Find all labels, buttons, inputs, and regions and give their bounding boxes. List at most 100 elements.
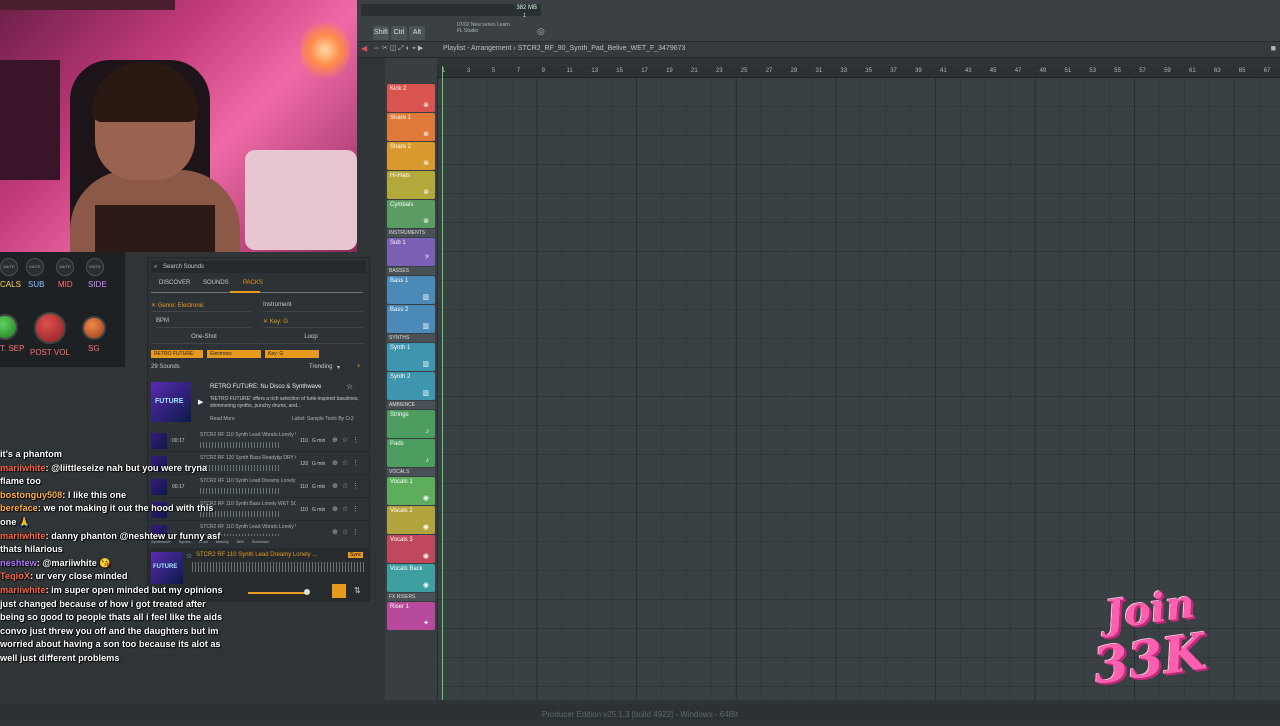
sound-actions-icon[interactable]: ⊕☆⋮ [332, 528, 363, 536]
track-header[interactable]: Sub 1 𝄢 [387, 238, 435, 266]
timeline-tick: 65 [1238, 68, 1246, 74]
pattern-selector[interactable] [361, 4, 461, 16]
track-header[interactable]: Snare 2 ⊗ [387, 142, 435, 170]
close-icon[interactable]: ■ [1271, 43, 1276, 53]
track-header[interactable]: Strings ♪ [387, 410, 435, 438]
sound-actions-icon[interactable]: ⊕☆⋮ [332, 436, 363, 444]
sep-knob[interactable] [0, 314, 18, 340]
chip-pack[interactable]: RETRO FUTURE: N... [151, 350, 203, 365]
chat-username[interactable]: TeqioX [0, 571, 30, 581]
volume-slider[interactable] [248, 592, 306, 594]
track-header[interactable]: Synth 1 ▥ [387, 343, 435, 371]
timeline-tick: 29 [790, 68, 798, 74]
track-group-header[interactable]: VOCALS [387, 468, 435, 476]
filter-key[interactable]: ✕ Key: G [263, 318, 363, 328]
track-label: Hi-Hats [390, 173, 411, 179]
filter-genre[interactable]: ✕ Genre: Electronic [151, 302, 251, 312]
timeline-tick: 39 [915, 68, 922, 74]
chat-message: TeqioX: ur very close minded [0, 570, 225, 584]
chat-username[interactable]: bostonguy508 [0, 490, 62, 500]
favorite-icon[interactable]: ☆ [346, 382, 353, 391]
sound-bpm: 110 [300, 507, 308, 513]
chat-message: neshtew: @mariiwhite 😘 [0, 557, 225, 571]
oneshot-toggle[interactable]: One-Shot [151, 334, 257, 344]
playlist-menu-icon[interactable]: ◀ [361, 44, 367, 53]
ctrl-button[interactable]: Ctrl [391, 26, 407, 40]
sound-key: G min [312, 484, 326, 490]
track-header[interactable]: Kick 2 ⊗ [387, 84, 435, 112]
chat-username[interactable]: bereface [0, 503, 38, 513]
track-group-header[interactable]: SYNTHS [387, 334, 435, 342]
search-bar[interactable]: ⌕ Search Sounds [151, 261, 366, 273]
timeline-tick: 43 [964, 68, 972, 74]
chat-username[interactable]: mariiwhite [0, 585, 45, 595]
mute-button-4[interactable]: MUTE [86, 258, 104, 276]
filter-instrument[interactable]: Instrument [263, 302, 363, 312]
mute-button-3[interactable]: MUTE [56, 258, 74, 276]
sg-knob[interactable] [82, 316, 106, 340]
chat-text: : @mariiwhite 😘 [36, 557, 111, 568]
track-header[interactable]: Bass 1 ▥ [387, 276, 435, 304]
track-label: Pads [390, 441, 404, 447]
mute-button-1[interactable]: MUTE [0, 258, 18, 276]
keys-icon: ▥ [422, 390, 429, 397]
filter-bpm[interactable]: BPM [156, 318, 251, 328]
track-header[interactable]: Riser 1 ✦ [387, 602, 435, 630]
track-group-header[interactable]: INSTRUMENTS [387, 229, 435, 237]
drag-to-daw-button[interactable] [332, 584, 346, 598]
chat-message: mariiwhite: im super open minded but my … [0, 584, 225, 666]
shift-button[interactable]: Shift [373, 26, 389, 40]
sound-actions-icon[interactable]: ⊕☆⋮ [332, 459, 363, 467]
search-icon: ⌕ [154, 264, 158, 270]
chip-genre[interactable]: Electronic [207, 350, 261, 358]
track-header[interactable]: Vocals 1 ◉ [387, 477, 435, 505]
mute-button-2[interactable]: MUTE [26, 258, 44, 276]
track-group-header[interactable]: FX RISERS [387, 593, 435, 601]
track-header[interactable]: Cymbals ⊗ [387, 200, 435, 228]
chip-key[interactable]: Key: G [265, 350, 319, 358]
webcam-feed [0, 0, 357, 252]
search-input[interactable]: Search Sounds [163, 264, 204, 270]
track-header[interactable]: Synth 2 ▥ [387, 372, 435, 400]
playlist-tools-icon[interactable]: ⇔ ✂ ◫ ⤢ ◐ ⌖ ▶ [373, 44, 423, 53]
pack-play-icon[interactable]: ▶ [198, 398, 203, 406]
tab-sounds[interactable]: SOUNDS [203, 280, 229, 286]
track-group-header[interactable]: AMBIENCE [387, 401, 435, 409]
sound-actions-icon[interactable]: ⊕☆⋮ [332, 505, 363, 513]
playhead[interactable] [442, 66, 443, 700]
add-icon[interactable]: + [357, 364, 361, 370]
track-header[interactable]: Bass 2 ▥ [387, 305, 435, 333]
tab-packs[interactable]: PACKS [243, 280, 263, 286]
pack-title[interactable]: RETRO FUTURE: Nu Disco & Synthwave [210, 384, 321, 390]
post-vol-knob[interactable] [34, 312, 66, 344]
track-header[interactable]: Hi-Hats ⊗ [387, 171, 435, 199]
pack-card[interactable]: FUTURE ▶ RETRO FUTURE: Nu Disco & Synthw… [148, 378, 369, 426]
volume-thumb[interactable] [304, 589, 310, 595]
chat-username[interactable]: mariiwhite [0, 463, 45, 473]
tag-chip[interactable]: Sidechain [252, 539, 270, 544]
read-more-link[interactable]: Read More [210, 416, 235, 422]
sync-badge[interactable]: Sync [348, 552, 364, 558]
chat-username[interactable]: neshtew [0, 558, 37, 568]
online-icon[interactable]: ◎ [537, 26, 545, 37]
track-header[interactable]: Snare 1 ⊗ [387, 113, 435, 141]
tab-discover[interactable]: DISCOVER [159, 280, 190, 286]
sound-actions-icon[interactable]: ⊕☆⋮ [332, 482, 363, 490]
track-header[interactable]: Vocals 3 ◉ [387, 535, 435, 563]
chat-username[interactable]: mariiwhite [0, 531, 45, 541]
track-group-header[interactable]: BASSES [387, 267, 435, 275]
note-icon: ♪ [425, 457, 430, 464]
sort-dropdown[interactable]: Trending [309, 364, 332, 370]
track-header[interactable]: Vocals Back ◉ [387, 564, 435, 592]
timeline-ruler[interactable]: 1 3 5 7 9 11 13 15 17 19 21 23 25 27 29 31 33 35 37 39 41 43 4… [437, 66, 1280, 78]
settings-icon[interactable]: ⇅ [354, 586, 361, 595]
timeline-tick: 7 [516, 68, 521, 74]
loop-toggle[interactable]: Loop [258, 334, 364, 344]
chat-text: it's a phantom [0, 449, 62, 459]
track-header[interactable]: Vocals 2 ◉ [387, 506, 435, 534]
track-header[interactable]: Pads ♪ [387, 439, 435, 467]
alt-button[interactable]: Alt [409, 26, 425, 40]
tag-chip[interactable]: Wet [237, 539, 244, 544]
sound-name[interactable]: STCR2 RF 110 Synth Lead Vibrato Lonely W… [200, 432, 296, 438]
loop-label: Loop [304, 334, 318, 340]
